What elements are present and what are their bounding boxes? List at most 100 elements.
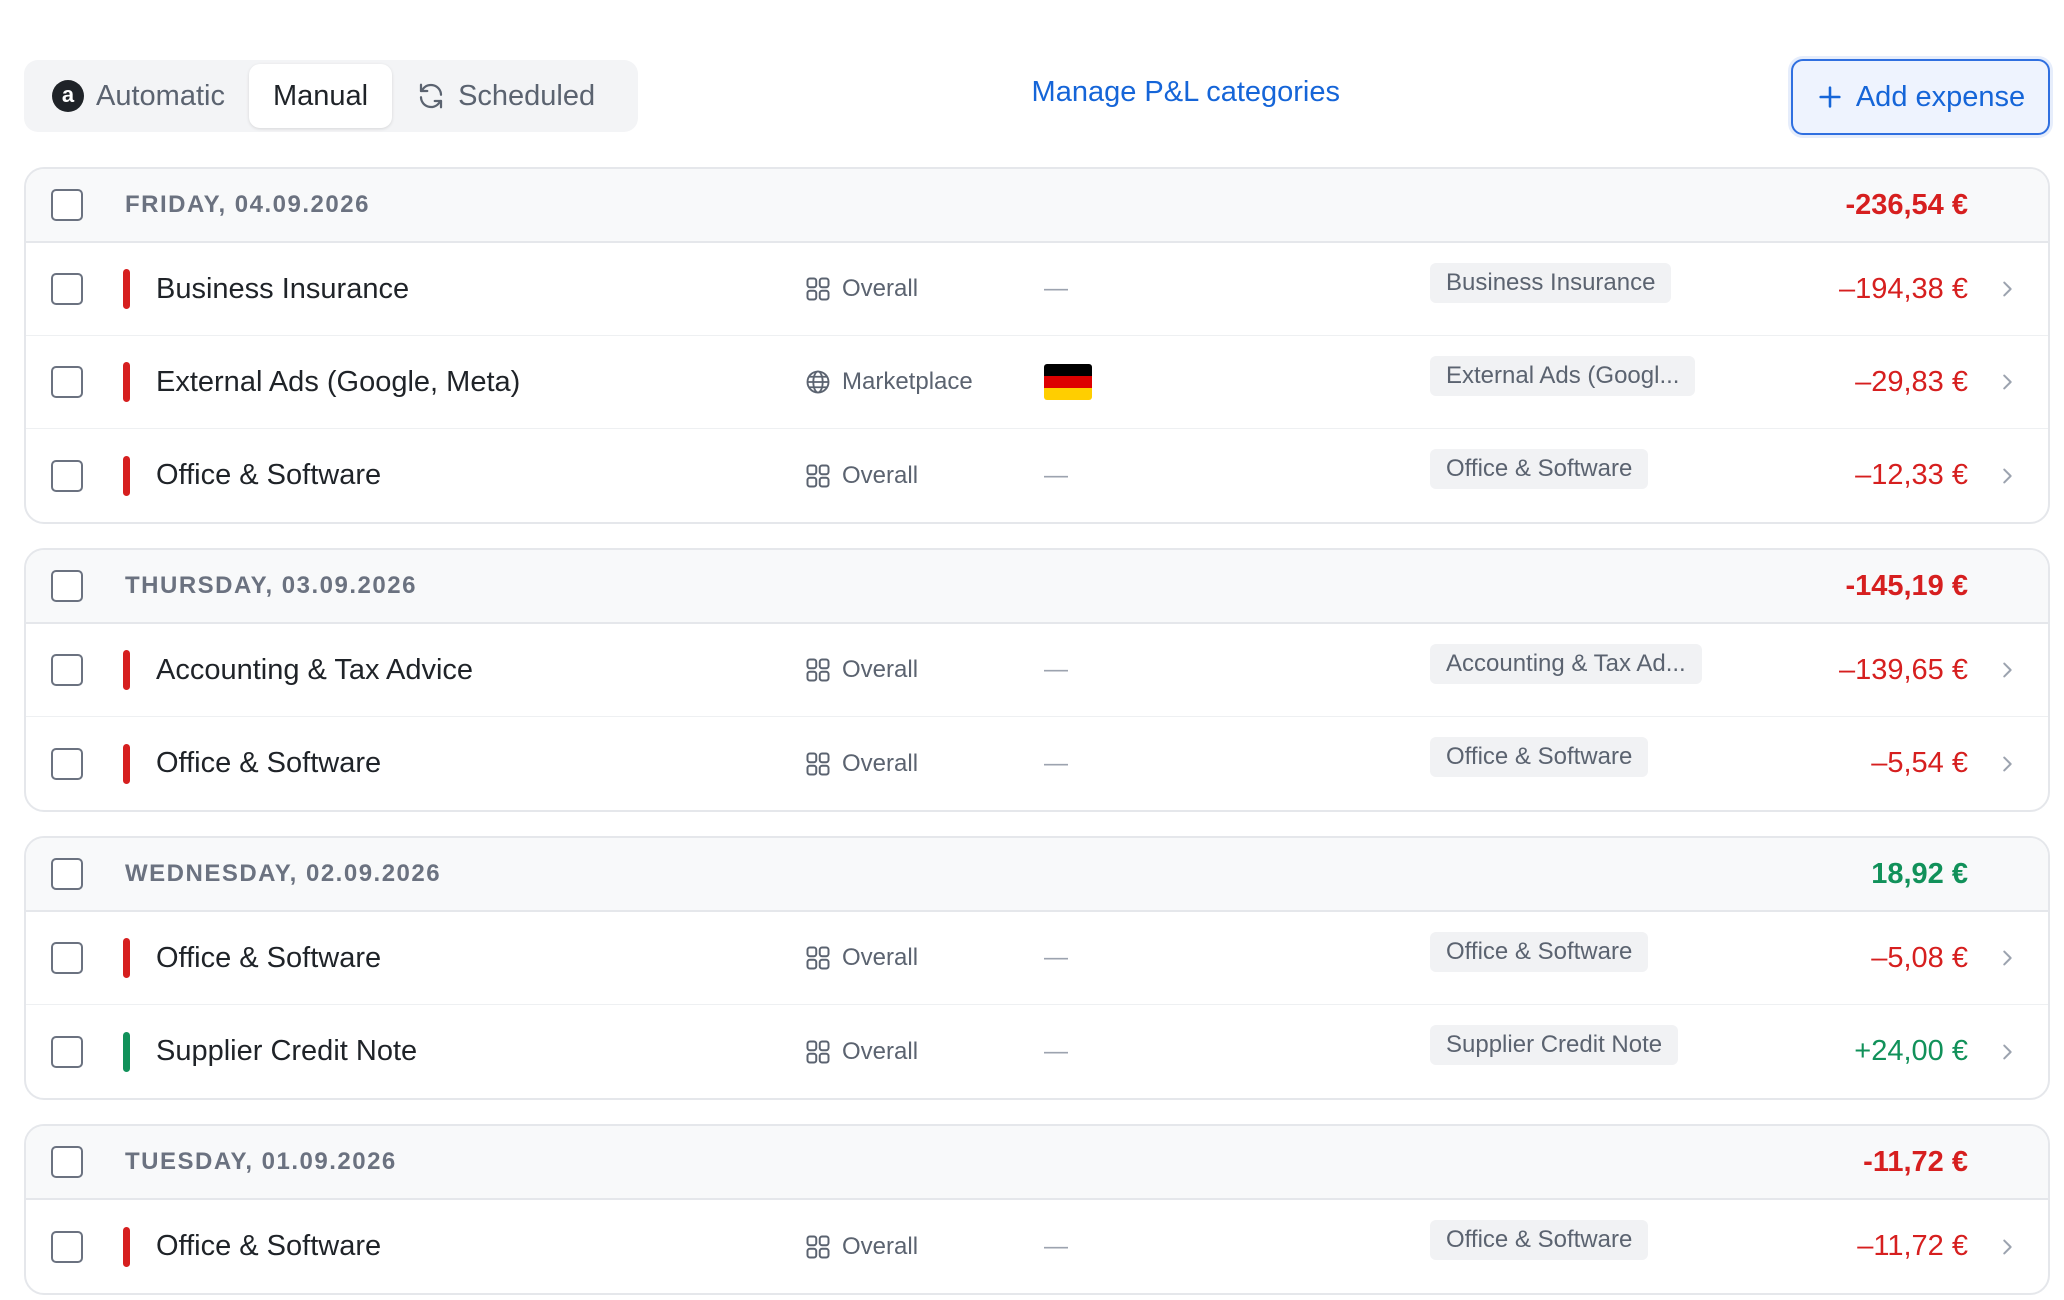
tab-manual[interactable]: Manual bbox=[248, 64, 393, 128]
manage-categories-link[interactable]: Manage P&L categories bbox=[1032, 76, 1340, 109]
day-date-label: THURSDAY, 03.09.2026 bbox=[125, 572, 417, 599]
expense-title: External Ads (Google, Meta) bbox=[156, 365, 521, 398]
day-date-label: FRIDAY, 04.09.2026 bbox=[125, 191, 370, 218]
expense-row[interactable]: Business Insurance Overall — Business In… bbox=[26, 243, 2048, 336]
sign-indicator-bar bbox=[123, 650, 130, 690]
day-total-amount: -11,72 € bbox=[1863, 1145, 1968, 1178]
tab-automatic[interactable]: a Automatic bbox=[28, 64, 249, 128]
scope-label: Overall bbox=[842, 1232, 919, 1260]
no-marketplace-dash: — bbox=[1044, 749, 1068, 777]
scope-label: Overall bbox=[842, 461, 919, 489]
day-group-header: TUESDAY, 01.09.2026 -11,72 € bbox=[26, 1126, 2048, 1200]
sign-indicator-bar bbox=[123, 455, 130, 496]
select-expense-checkbox[interactable] bbox=[51, 1230, 83, 1263]
category-tag: External Ads (Googl... bbox=[1430, 356, 1696, 396]
expense-amount: –29,83 € bbox=[1855, 365, 1968, 398]
select-expense-checkbox[interactable] bbox=[51, 747, 83, 780]
select-day-checkbox[interactable] bbox=[51, 858, 83, 890]
category-tag: Business Insurance bbox=[1430, 263, 1672, 303]
grid-icon bbox=[806, 658, 830, 682]
add-expense-label: Add expense bbox=[1855, 80, 2026, 113]
chevron-right-icon[interactable] bbox=[1996, 947, 2018, 969]
expense-scope: Overall bbox=[804, 1038, 918, 1066]
select-expense-checkbox[interactable] bbox=[51, 273, 83, 305]
add-expense-button[interactable]: Add expense bbox=[1791, 59, 2050, 135]
tab-label: Automatic bbox=[96, 79, 225, 112]
select-day-checkbox[interactable] bbox=[51, 570, 83, 602]
scope-label: Overall bbox=[842, 656, 919, 683]
grid-icon bbox=[806, 1040, 830, 1063]
category-tag: Supplier Credit Note bbox=[1430, 1025, 1679, 1065]
expense-amount: –11,72 € bbox=[1857, 1230, 1968, 1262]
select-expense-checkbox[interactable] bbox=[51, 1035, 83, 1068]
expense-row[interactable]: Office & Software Overall — Office & Sof… bbox=[26, 1200, 2048, 1293]
plus-icon bbox=[1819, 86, 1841, 108]
globe-icon bbox=[806, 370, 830, 394]
toolbar: a Automatic Manual Scheduled Manage P&L … bbox=[0, 0, 2064, 160]
category-tag: Office & Software bbox=[1430, 737, 1649, 777]
expense-row[interactable]: Office & Software Overall — Office & Sof… bbox=[26, 912, 2048, 1005]
sign-indicator-bar bbox=[123, 362, 130, 402]
category-tag: Office & Software bbox=[1430, 449, 1649, 489]
sign-indicator-bar bbox=[123, 1226, 130, 1267]
grid-icon bbox=[806, 1235, 830, 1258]
category-tag: Office & Software bbox=[1430, 932, 1649, 972]
expense-title: Office & Software bbox=[156, 459, 382, 491]
tab-scheduled[interactable]: Scheduled bbox=[392, 64, 619, 128]
day-group-header: WEDNESDAY, 02.09.2026 18,92 € bbox=[26, 838, 2048, 912]
expense-scope: Overall bbox=[804, 1233, 918, 1261]
scope-label: Marketplace bbox=[842, 368, 973, 395]
expense-amount: –12,33 € bbox=[1855, 459, 1968, 491]
scope-label: Overall bbox=[842, 1037, 919, 1065]
chevron-right-icon[interactable] bbox=[1996, 659, 2018, 681]
amazon-icon: a bbox=[52, 80, 84, 112]
day-group-header: FRIDAY, 04.09.2026 -236,54 € bbox=[26, 169, 2048, 243]
expense-day-group: FRIDAY, 04.09.2026 -236,54 € Business In… bbox=[24, 167, 2050, 524]
select-expense-checkbox[interactable] bbox=[51, 459, 83, 492]
grid-icon bbox=[806, 464, 830, 487]
chevron-right-icon[interactable] bbox=[1996, 753, 2018, 775]
expense-row[interactable]: External Ads (Google, Meta) Marketplace … bbox=[26, 336, 2048, 429]
no-marketplace-dash: — bbox=[1044, 1037, 1068, 1065]
select-day-checkbox[interactable] bbox=[51, 1146, 83, 1178]
select-expense-checkbox[interactable] bbox=[51, 942, 83, 974]
expense-title: Office & Software bbox=[156, 941, 382, 974]
expense-groups: FRIDAY, 04.09.2026 -236,54 € Business In… bbox=[24, 167, 2050, 1300]
expense-scope: Overall bbox=[804, 275, 918, 303]
select-expense-checkbox[interactable] bbox=[51, 654, 83, 686]
expense-scope: Overall bbox=[804, 944, 918, 972]
chevron-right-icon[interactable] bbox=[1996, 1236, 2018, 1258]
chevron-right-icon[interactable] bbox=[1996, 371, 2018, 393]
day-date-label: TUESDAY, 01.09.2026 bbox=[125, 1148, 397, 1175]
expense-title: Office & Software bbox=[156, 1230, 382, 1262]
category-tag: Office & Software bbox=[1430, 1220, 1649, 1260]
expense-amount: +24,00 € bbox=[1854, 1035, 1968, 1067]
expense-row[interactable]: Office & Software Overall — Office & Sof… bbox=[26, 717, 2048, 810]
scope-label: Overall bbox=[842, 944, 919, 971]
expense-title: Office & Software bbox=[156, 747, 382, 779]
no-marketplace-dash: — bbox=[1044, 944, 1068, 971]
refresh-icon bbox=[419, 83, 443, 109]
tab-label: Scheduled bbox=[458, 79, 596, 112]
category-tag: Accounting & Tax Ad... bbox=[1430, 644, 1702, 684]
day-group-header: THURSDAY, 03.09.2026 -145,19 € bbox=[26, 550, 2048, 624]
grid-icon bbox=[806, 752, 830, 775]
sign-indicator-bar bbox=[123, 938, 130, 978]
select-day-checkbox[interactable] bbox=[51, 189, 83, 221]
sign-indicator-bar bbox=[123, 743, 130, 784]
germany-flag-icon bbox=[1044, 364, 1092, 400]
expense-row[interactable]: Supplier Credit Note Overall — Supplier … bbox=[26, 1005, 2048, 1098]
select-expense-checkbox[interactable] bbox=[51, 366, 83, 398]
expense-day-group: TUESDAY, 01.09.2026 -11,72 € Office & So… bbox=[24, 1124, 2050, 1295]
chevron-right-icon[interactable] bbox=[1996, 465, 2018, 487]
sign-indicator-bar bbox=[123, 269, 130, 309]
expense-row[interactable]: Accounting & Tax Advice Overall — Accoun… bbox=[26, 624, 2048, 717]
chevron-right-icon[interactable] bbox=[1996, 1041, 2018, 1063]
expense-row[interactable]: Office & Software Overall — Office & Sof… bbox=[26, 429, 2048, 522]
chevron-right-icon[interactable] bbox=[1996, 278, 2018, 300]
no-marketplace-dash: — bbox=[1044, 461, 1068, 489]
expense-title: Accounting & Tax Advice bbox=[156, 653, 474, 686]
expense-day-group: WEDNESDAY, 02.09.2026 18,92 € Office & S… bbox=[24, 836, 2050, 1100]
expense-title: Business Insurance bbox=[156, 272, 410, 305]
scope-label: Overall bbox=[842, 749, 919, 777]
